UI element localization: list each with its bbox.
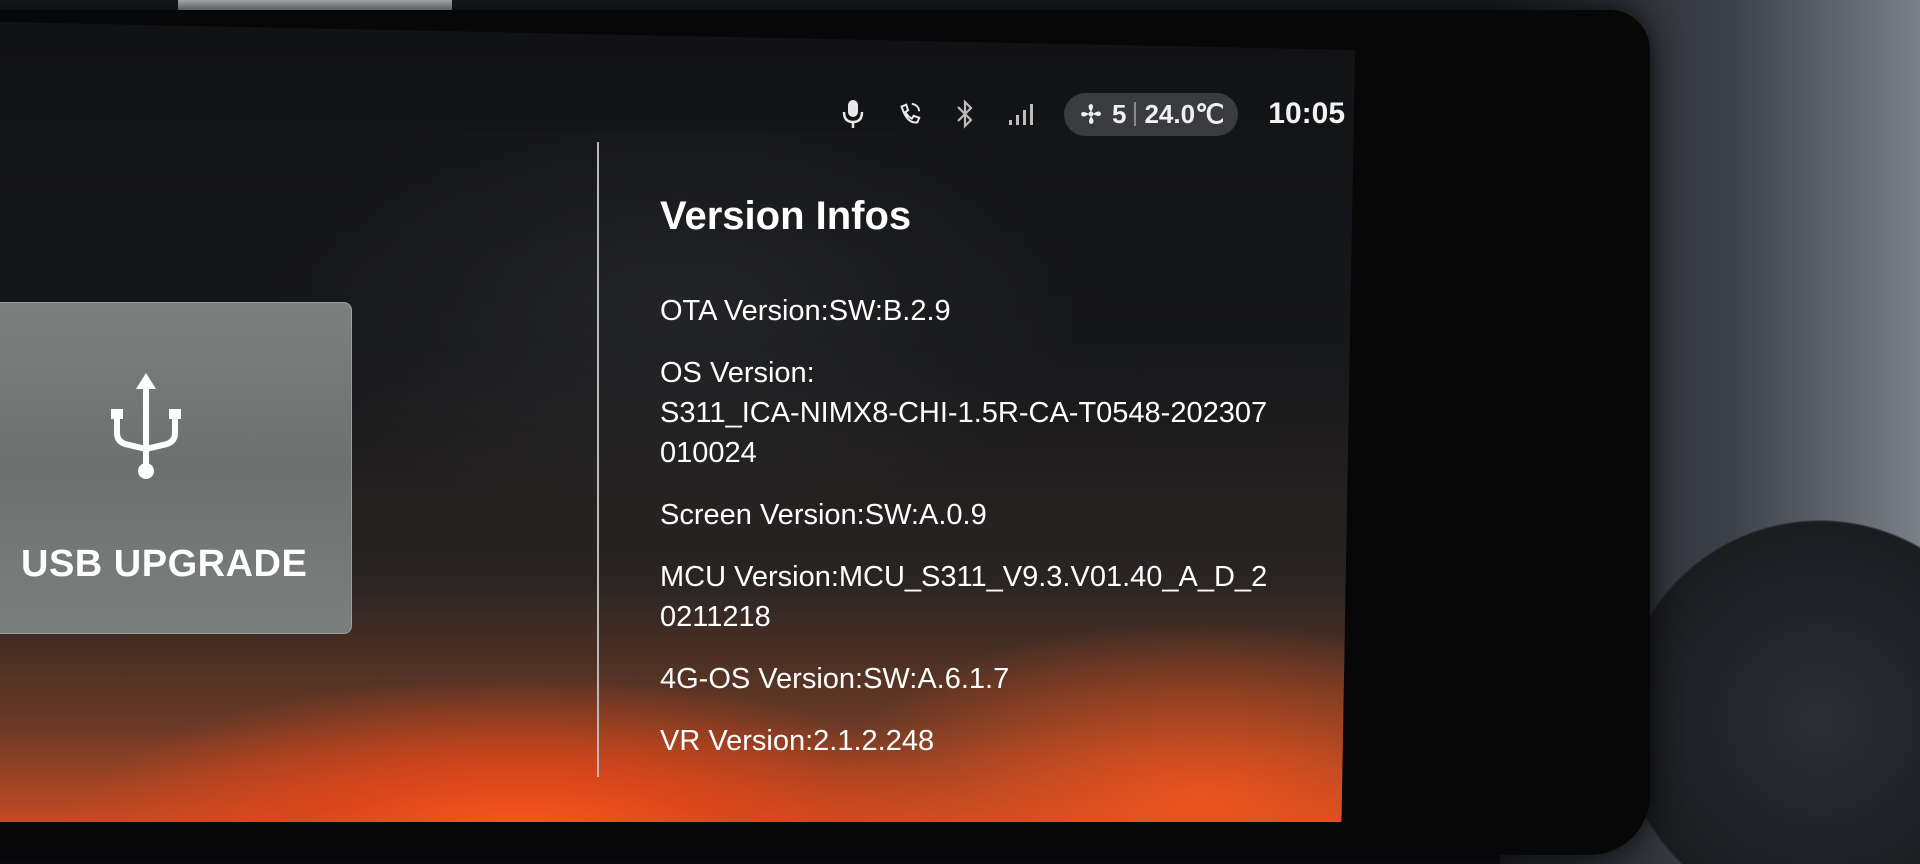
page-title: Version Infos bbox=[660, 194, 912, 238]
bluetooth-icon[interactable] bbox=[952, 99, 978, 129]
usb-upgrade-label: USB UPGRADE bbox=[21, 543, 308, 585]
climate-separator bbox=[1134, 102, 1137, 126]
vr-version-value: 2.1.2.248 bbox=[813, 725, 935, 757]
photo-scene: 5 24.0℃ 10:05 USB UPGRADE Version Infos … bbox=[0, 0, 1920, 864]
4g-os-version-row: 4G-OS Version:SW:A.6.1.7 bbox=[660, 659, 1280, 699]
infotainment-screen: 5 24.0℃ 10:05 USB UPGRADE Version Infos … bbox=[0, 22, 1355, 822]
version-info-panel: Version Infos OTA Version:SW:B.2.9 OS Ve… bbox=[660, 194, 1280, 783]
os-version-label: OS Version: bbox=[660, 357, 815, 389]
ota-version-row: OTA Version:SW:B.2.9 bbox=[660, 291, 1280, 331]
panel-divider bbox=[597, 142, 599, 777]
fan-level: 5 bbox=[1112, 98, 1127, 129]
microphone-icon[interactable] bbox=[840, 99, 866, 129]
vr-version-row: VR Version:2.1.2.248 bbox=[660, 721, 1280, 761]
ota-version-value: SW:B.2.9 bbox=[828, 295, 951, 327]
4g-os-version-label: 4G-OS Version: bbox=[660, 663, 864, 695]
screen-version-value: SW:A.0.9 bbox=[864, 499, 987, 531]
phone-link-icon[interactable] bbox=[896, 99, 922, 129]
mcu-version-row: MCU Version:MCU_S311_V9.3.V01.40_A_D_202… bbox=[660, 557, 1280, 637]
climate-indicator[interactable]: 5 24.0℃ bbox=[1064, 92, 1239, 136]
screen-version-row: Screen Version:SW:A.0.9 bbox=[660, 495, 1280, 535]
status-bar: 5 24.0℃ 10:05 bbox=[840, 92, 1345, 136]
fan-icon bbox=[1078, 99, 1104, 129]
os-version-value: S311_ICA-NIMX8-CHI-1.5R-CA-T0548-2023070… bbox=[660, 397, 1268, 469]
vr-version-label: VR Version: bbox=[660, 725, 814, 757]
clock: 10:05 bbox=[1268, 97, 1346, 130]
4g-os-version-value: SW:A.6.1.7 bbox=[863, 663, 1010, 695]
cabin-temperature: 24.0℃ bbox=[1144, 98, 1225, 129]
mcu-version-label: MCU Version: bbox=[660, 561, 839, 593]
usb-upgrade-button[interactable]: USB UPGRADE bbox=[0, 302, 352, 634]
ota-version-label: OTA Version: bbox=[660, 295, 829, 327]
screen-version-label: Screen Version: bbox=[660, 499, 865, 531]
signal-icon bbox=[1008, 99, 1034, 129]
usb-icon bbox=[111, 373, 181, 479]
os-version-row: OS Version: S311_ICA-NIMX8-CHI-1.5R-CA-T0… bbox=[660, 353, 1280, 473]
